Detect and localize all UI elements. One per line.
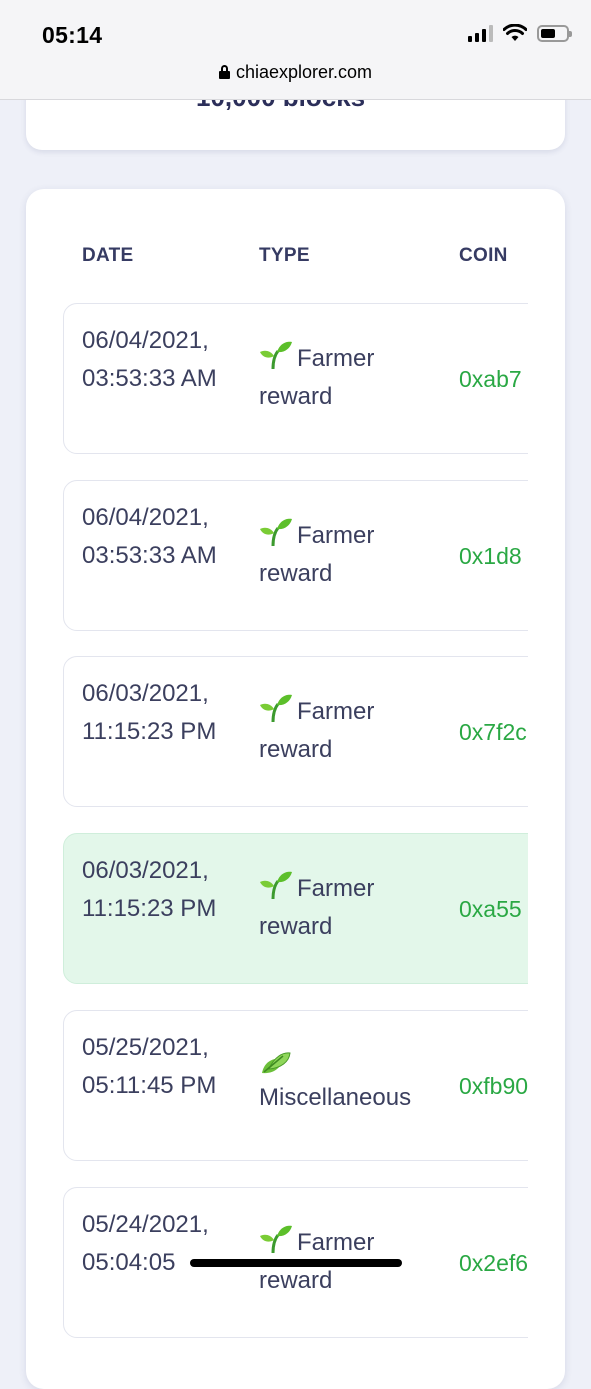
leaves-icon <box>259 1047 293 1077</box>
table-scroll-area[interactable]: DATE TYPE COIN 06/04/2021, 03:53:33 AM F… <box>63 189 528 1389</box>
battery-icon <box>537 24 572 42</box>
table-row[interactable]: 06/04/2021, 03:53:33 AM Farmer reward 0x… <box>63 480 528 631</box>
row-date: 06/03/2021, 11:15:23 PM <box>82 680 217 745</box>
status-time: 05:14 <box>42 22 103 48</box>
wifi-icon <box>503 24 527 41</box>
row-date: 05/25/2021, 05:11:45 PM <box>82 1034 217 1099</box>
sprout-icon <box>259 870 293 900</box>
status-icons <box>468 24 572 42</box>
transactions-table: DATE TYPE COIN 06/04/2021, 03:53:33 AM F… <box>26 189 565 1389</box>
row-type: Farmer reward <box>259 340 434 416</box>
row-date: 05/24/2021, 05:04:05 <box>82 1211 209 1276</box>
cellular-signal-icon <box>468 24 493 42</box>
row-date: 06/04/2021, 03:53:33 AM <box>82 504 217 569</box>
row-type: Farmer reward <box>259 870 434 946</box>
address-bar[interactable]: chiaexplorer.com <box>0 62 591 83</box>
row-type: Farmer reward <box>259 517 434 593</box>
sprout-icon <box>259 340 293 370</box>
column-header-coin[interactable]: COIN <box>459 245 508 267</box>
table-row[interactable]: 06/03/2021, 11:15:23 PM Farmer reward 0x… <box>63 656 528 807</box>
row-coin-link[interactable]: 0x2ef6 <box>459 1244 528 1282</box>
column-header-type[interactable]: TYPE <box>259 245 310 267</box>
row-date: 06/04/2021, 03:53:33 AM <box>82 327 217 392</box>
row-type: Farmer reward <box>259 693 434 769</box>
sprout-icon <box>259 693 293 723</box>
table-row[interactable]: 06/04/2021, 03:53:33 AM Farmer reward 0x… <box>63 303 528 454</box>
row-coin-link[interactable]: 0x7f2c <box>459 713 527 751</box>
table-row[interactable]: 05/25/2021, 05:11:45 PM Miscellaneous 0x… <box>63 1010 528 1161</box>
home-indicator[interactable] <box>190 1259 402 1267</box>
row-coin-link[interactable]: 0xa55 <box>459 890 522 928</box>
row-type: Miscellaneous <box>259 1047 434 1117</box>
url-text: chiaexplorer.com <box>235 62 373 82</box>
sprout-icon <box>259 517 293 547</box>
lock-icon <box>218 65 230 79</box>
status-bar: 05:14 chiaexplorer.com <box>0 0 591 100</box>
row-coin-link[interactable]: 0xfb90 <box>459 1067 528 1105</box>
column-header-date[interactable]: DATE <box>82 245 134 267</box>
row-date: 06/03/2021, 11:15:23 PM <box>82 857 217 922</box>
row-coin-link[interactable]: 0x1d8 <box>459 537 522 575</box>
sprout-icon <box>259 1224 293 1254</box>
table-row-highlighted[interactable]: 06/03/2021, 11:15:23 PM Farmer reward 0x… <box>63 833 528 984</box>
row-coin-link[interactable]: 0xab7 <box>459 360 522 398</box>
